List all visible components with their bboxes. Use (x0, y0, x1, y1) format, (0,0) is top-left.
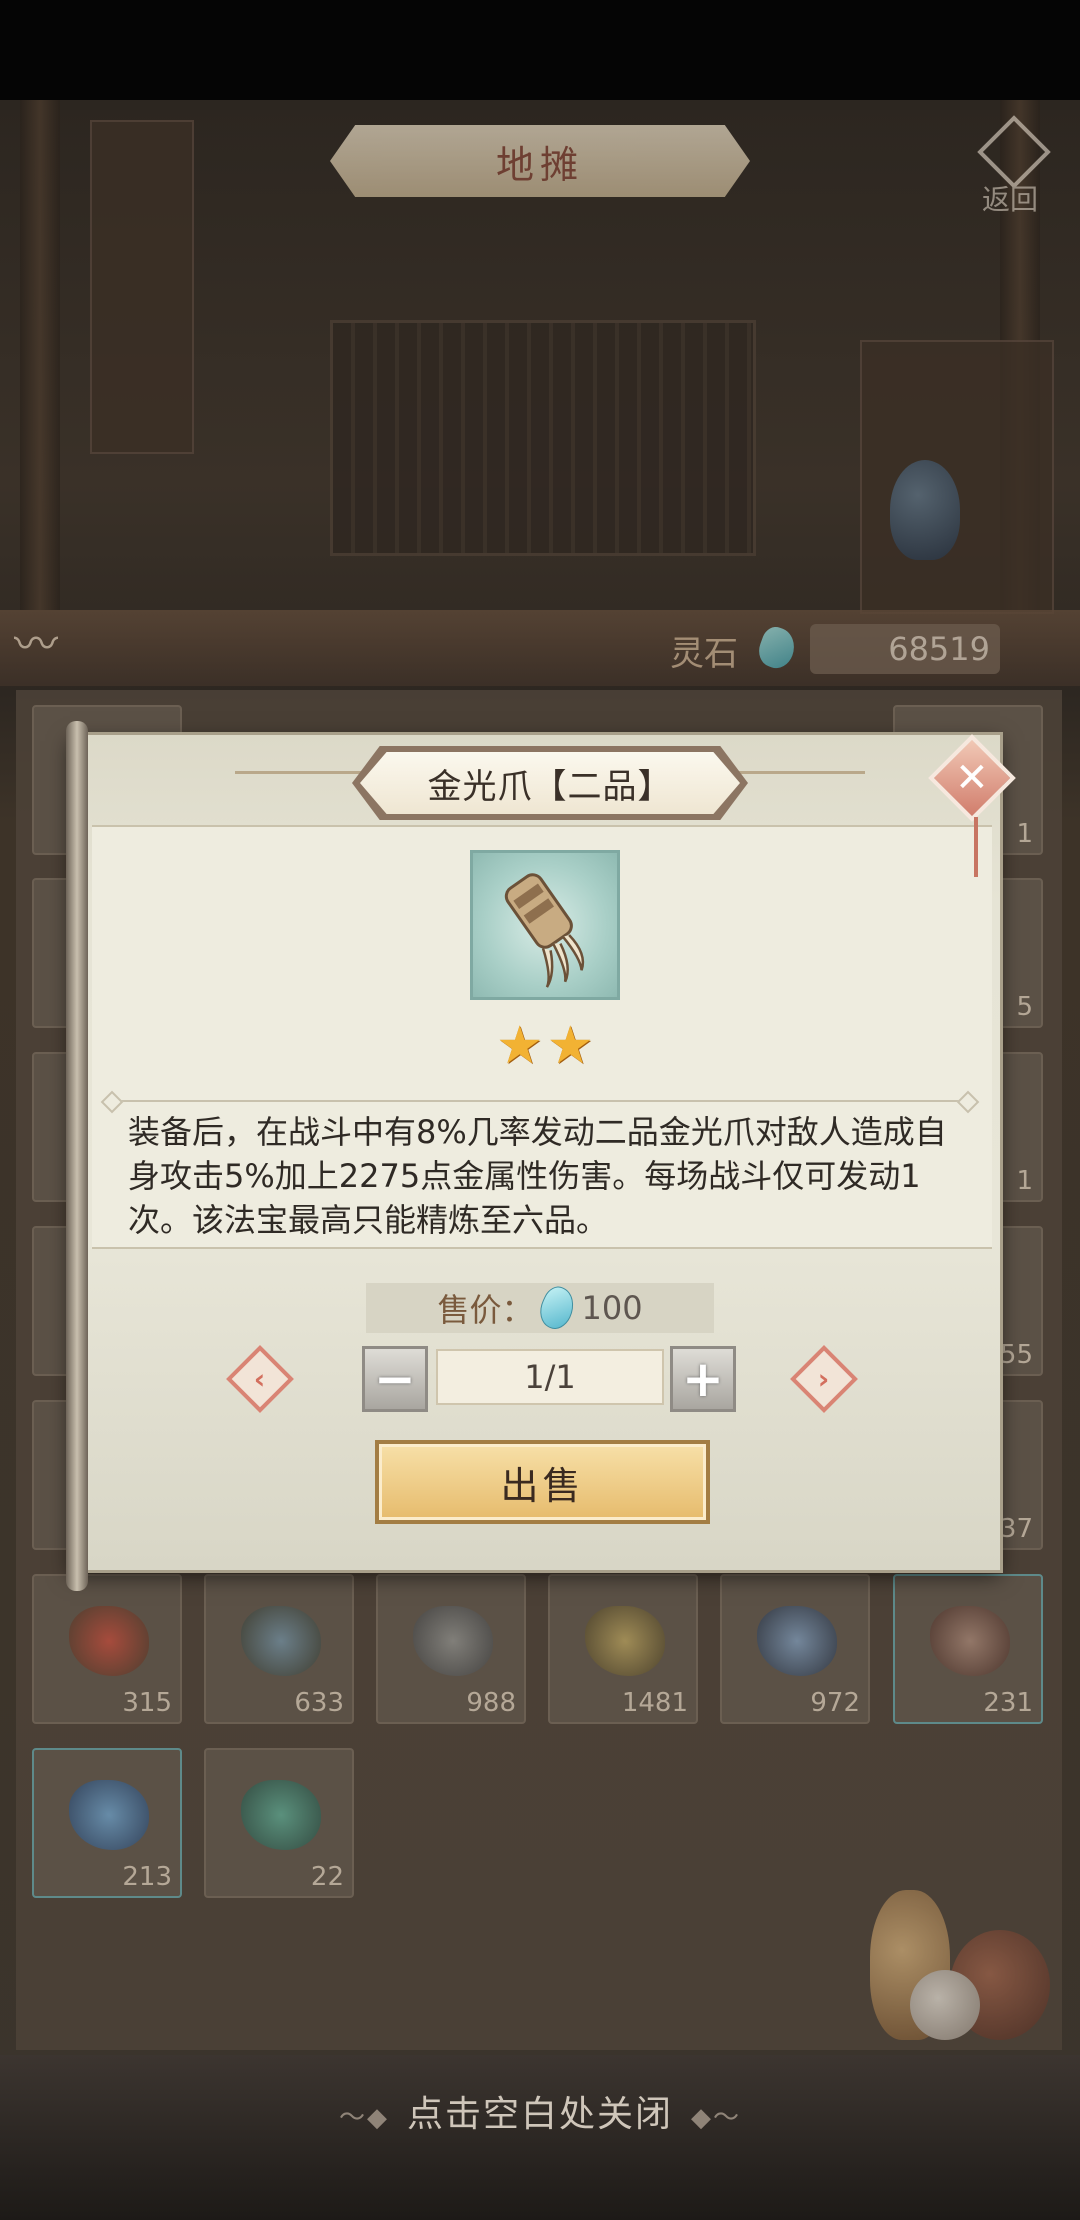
price-label: 售价： (437, 1291, 534, 1329)
hanging-scroll (90, 120, 194, 454)
quantity-field[interactable]: 1/1 (436, 1349, 664, 1405)
minus-icon: − (374, 1350, 416, 1408)
inventory-slot[interactable]: 22 (204, 1748, 354, 1898)
room-pillar (20, 100, 60, 610)
decrease-button[interactable]: − (362, 1346, 428, 1412)
herb-icon (69, 1606, 149, 1676)
increase-button[interactable]: + (670, 1346, 736, 1412)
plus-icon: + (682, 1350, 724, 1408)
ore-icon (757, 1606, 837, 1676)
item-detail-modal: 金光爪【二品】 ✕ ★ ★ 装备后，在战斗中有8%几率发动二品金光爪对敌人造成自… (66, 721, 1016, 1591)
inventory-slot[interactable]: 315 (32, 1574, 182, 1724)
inventory-slot[interactable]: 972 (720, 1574, 870, 1724)
slot-count: 37 (999, 1514, 1033, 1544)
rarity-stars: ★ ★ (460, 1020, 630, 1072)
star-icon: ★ (496, 1016, 543, 1076)
slot-count: 315 (122, 1688, 172, 1718)
currency-label: 灵石 (670, 634, 738, 674)
golden-claw-icon (504, 873, 585, 988)
slot-count: 231 (983, 1688, 1033, 1718)
room-window (330, 320, 756, 556)
sell-button[interactable]: 出售 (375, 1440, 710, 1524)
jar-icon (910, 1970, 980, 2040)
inventory-slot[interactable]: 988 (376, 1574, 526, 1724)
chevron-right-icon: › (818, 1362, 830, 1396)
return-button[interactable]: 返回 (970, 115, 1051, 220)
tassel (974, 817, 978, 877)
item-icon-frame (470, 850, 620, 1000)
scroll-rod (66, 721, 88, 1591)
title-divider (235, 771, 370, 774)
return-label: 返回 (981, 183, 1038, 216)
title-divider (730, 771, 865, 774)
shelf (860, 340, 1054, 614)
decorative-pots (860, 1860, 1060, 2050)
item-title: 金光爪【二品】 (360, 752, 740, 814)
divider (110, 1100, 970, 1102)
slot-count: 1 (1016, 819, 1033, 849)
close-hint[interactable]: 〜◆ 点击空白处关闭 ◆〜 (0, 2085, 1080, 2137)
slot-count: 22 (310, 1862, 344, 1892)
slot-count: 1481 (621, 1688, 688, 1718)
slot-count: 988 (466, 1688, 516, 1718)
inventory-slot[interactable]: 1481 (548, 1574, 698, 1724)
currency-amount: 68519 (810, 624, 1000, 674)
star-icon: ★ (547, 1016, 594, 1076)
slot-count: 213 (122, 1862, 172, 1892)
slot-count: 1 (1016, 1166, 1033, 1196)
ore-icon (930, 1606, 1010, 1676)
price-value: 100 (581, 1289, 643, 1327)
ornament-icon: ◆〜 (691, 2103, 741, 2133)
inventory-slot[interactable]: 633 (204, 1574, 354, 1724)
next-arrow-button[interactable]: › (790, 1345, 858, 1413)
crystal-icon (241, 1780, 321, 1850)
ore-icon (413, 1606, 493, 1676)
slot-count: 972 (810, 1688, 860, 1718)
chevron-left-icon: ‹ (254, 1362, 266, 1396)
slot-count: 55 (999, 1340, 1033, 1370)
page-title: 地摊 (330, 125, 750, 197)
inventory-slot[interactable]: 231 (893, 1574, 1043, 1724)
footer-bar[interactable] (0, 2055, 1080, 2220)
prev-arrow-button[interactable]: ‹ (226, 1345, 294, 1413)
ore-icon (585, 1606, 665, 1676)
price-display: 售价： 100 (366, 1282, 714, 1334)
ornament-icon: 〜◆ (338, 2103, 389, 2133)
spirit-stone-icon (534, 1282, 581, 1334)
close-icon: ✕ (955, 754, 989, 801)
berry-branch-icon (241, 1606, 321, 1676)
close-hint-text: 点击空白处关闭 (406, 2094, 673, 2135)
slot-count: 5 (1016, 992, 1033, 1022)
crane-icon: 〰 (14, 619, 58, 670)
crystal-icon (69, 1780, 149, 1850)
item-description: 装备后，在战斗中有8%几率发动二品金光爪对敌人造成自身攻击5%加上2275点金属… (128, 1113, 947, 1239)
inventory-slot[interactable]: 213 (32, 1748, 182, 1898)
vase (890, 460, 960, 560)
slot-count: 633 (294, 1688, 344, 1718)
status-bar (0, 0, 1080, 100)
